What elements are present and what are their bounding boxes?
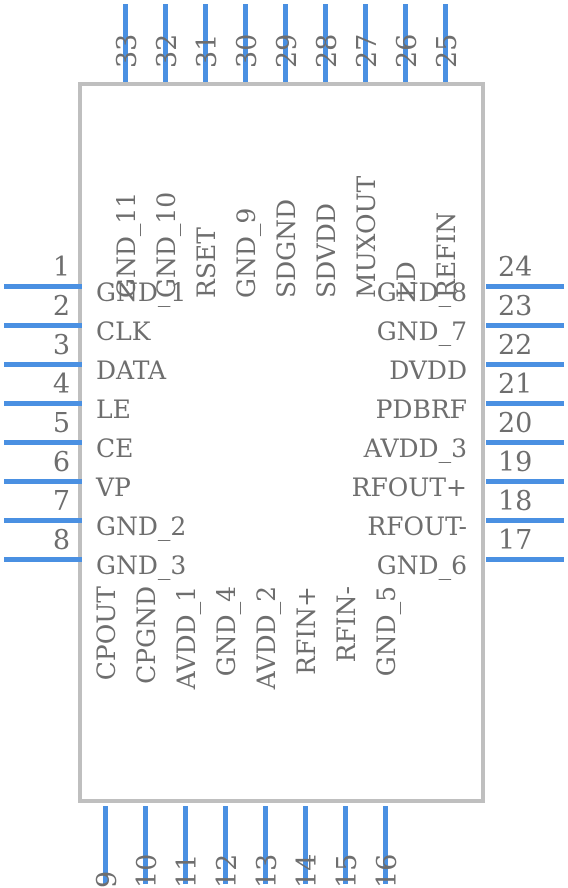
pin-name-22: DVDD — [389, 356, 467, 385]
pin-number-14: 14 — [292, 853, 323, 888]
pin-number-21: 21 — [498, 369, 533, 400]
pin-lead-3[interactable] — [4, 362, 82, 367]
pin-name-11: AVDD_1 — [172, 586, 201, 690]
pin-name-17: GND_6 — [376, 551, 467, 580]
pin-lead-19[interactable] — [486, 479, 564, 484]
pin-number-25: 25 — [432, 33, 463, 68]
pin-name-25: REFIN — [432, 211, 461, 298]
pin-name-14: RFIN+ — [292, 586, 321, 675]
pin-number-32: 32 — [152, 33, 183, 68]
pin-number-12: 12 — [212, 853, 243, 888]
pin-name-6: VP — [96, 473, 131, 502]
pin-number-7: 7 — [52, 486, 70, 517]
pin-lead-24[interactable] — [486, 284, 564, 289]
pin-name-16: GND_5 — [372, 586, 401, 677]
pin-name-26: LD — [392, 261, 421, 298]
pin-name-7: GND_2 — [96, 512, 187, 541]
pin-name-8: GND_3 — [96, 551, 187, 580]
pin-name-32: GND_10 — [152, 191, 181, 298]
pin-name-3: DATA — [96, 356, 167, 385]
pin-name-2: CLK — [96, 317, 151, 346]
pin-number-18: 18 — [498, 486, 533, 517]
pin-name-10: CPGND — [132, 586, 161, 684]
pin-number-24: 24 — [498, 252, 533, 283]
pin-lead-7[interactable] — [4, 518, 82, 523]
pin-name-15: RFIN- — [332, 586, 361, 663]
pin-number-2: 2 — [52, 291, 70, 322]
pin-name-20: AVDD_3 — [363, 434, 467, 463]
pin-number-26: 26 — [392, 33, 423, 68]
pin-name-27: MUXOUT — [352, 175, 381, 298]
pin-name-1: GND_1 — [96, 278, 187, 307]
pin-number-28: 28 — [312, 33, 343, 68]
pin-name-13: AVDD_2 — [252, 586, 281, 690]
pin-name-19: RFOUT+ — [351, 473, 467, 502]
pin-number-6: 6 — [52, 447, 70, 478]
pin-name-4: LE — [96, 395, 131, 424]
pin-lead-20[interactable] — [486, 440, 564, 445]
pin-number-27: 27 — [352, 33, 383, 68]
pinout-diagram-canvas: 33 32 31 30 29 28 27 26 25 GND_11 GND_10… — [0, 0, 568, 888]
pin-name-24: GND_8 — [376, 278, 467, 307]
pin-lead-18[interactable] — [486, 518, 564, 523]
pin-name-23: GND_7 — [376, 317, 467, 346]
pin-name-12: GND_4 — [212, 586, 241, 677]
pin-name-30: GND_9 — [232, 207, 261, 298]
pin-number-5: 5 — [52, 408, 70, 439]
pin-lead-8[interactable] — [4, 557, 82, 562]
pin-number-19: 19 — [498, 447, 533, 478]
pin-number-29: 29 — [272, 33, 303, 68]
pin-number-23: 23 — [498, 291, 533, 322]
pin-number-30: 30 — [232, 33, 263, 68]
pin-name-29: SDGND — [272, 198, 301, 298]
pin-number-4: 4 — [52, 369, 70, 400]
pin-number-33: 33 — [112, 33, 143, 68]
pin-number-8: 8 — [52, 525, 70, 556]
pin-number-13: 13 — [252, 853, 283, 888]
pin-name-33: GND_11 — [112, 191, 141, 298]
pin-lead-5[interactable] — [4, 440, 82, 445]
pin-name-21: PDBRF — [375, 395, 467, 424]
pin-name-9: CPOUT — [92, 586, 121, 681]
pin-number-15: 15 — [332, 853, 363, 888]
pin-number-10: 10 — [132, 853, 163, 888]
pin-number-17: 17 — [498, 525, 533, 556]
pin-name-5: CE — [96, 434, 134, 463]
pin-number-31: 31 — [192, 33, 223, 68]
pin-number-9: 9 — [92, 870, 123, 888]
pin-number-16: 16 — [372, 853, 403, 888]
pin-lead-21[interactable] — [486, 401, 564, 406]
pin-lead-4[interactable] — [4, 401, 82, 406]
pin-number-3: 3 — [52, 330, 70, 361]
pin-number-20: 20 — [498, 408, 533, 439]
pin-name-31: RSET — [192, 227, 221, 298]
pin-number-1: 1 — [52, 252, 70, 283]
pin-lead-17[interactable] — [486, 557, 564, 562]
pin-name-28: SDVDD — [312, 203, 341, 298]
pin-lead-1[interactable] — [4, 284, 82, 289]
pin-number-11: 11 — [172, 853, 203, 888]
pin-lead-2[interactable] — [4, 323, 82, 328]
pin-lead-23[interactable] — [486, 323, 564, 328]
pin-lead-22[interactable] — [486, 362, 564, 367]
pin-number-22: 22 — [498, 330, 533, 361]
pin-name-18: RFOUT- — [367, 512, 467, 541]
pin-lead-6[interactable] — [4, 479, 82, 484]
